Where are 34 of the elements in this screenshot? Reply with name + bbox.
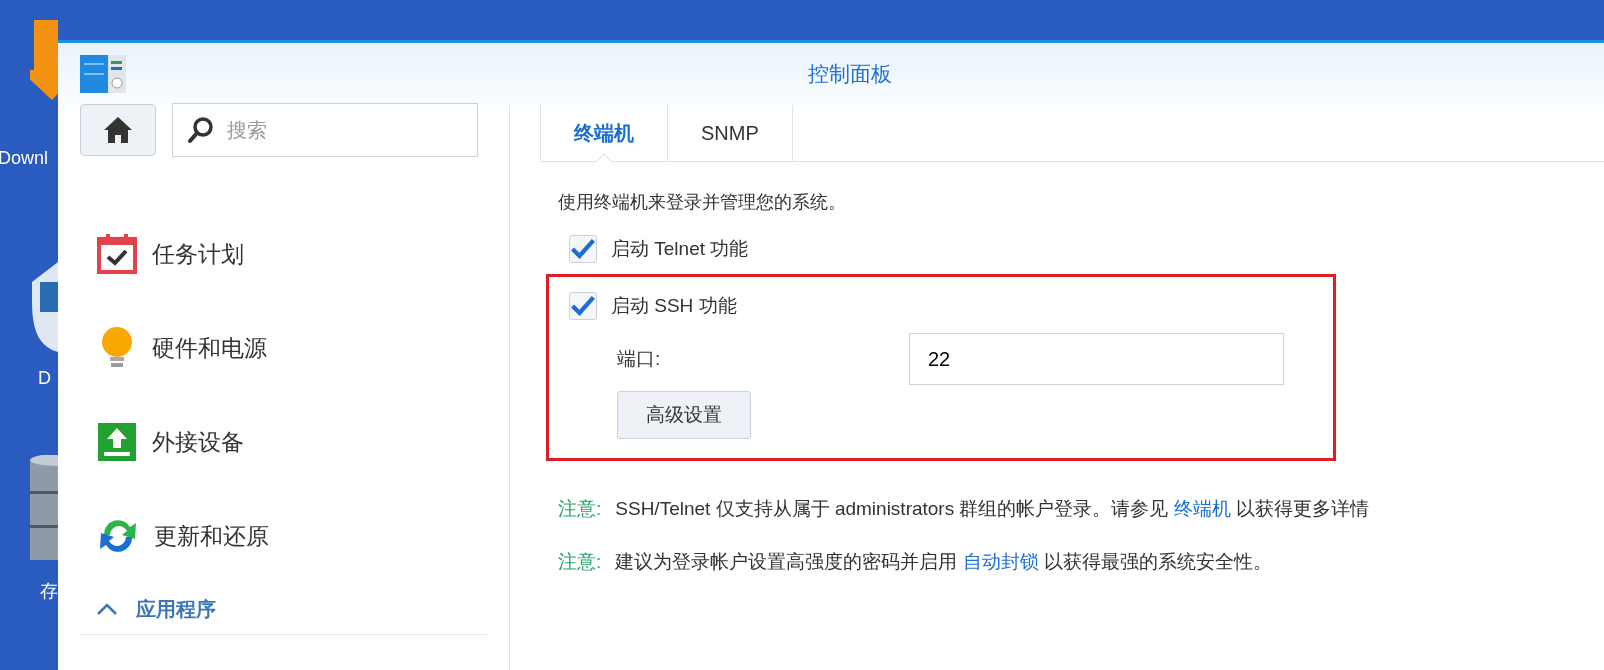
sidebar-item[interactable]: 外接设备 (80, 395, 487, 489)
checkbox[interactable] (569, 292, 597, 320)
search-icon (187, 116, 215, 144)
note-text: 建议为登录帐户设置高强度的密码并启用 自动封锁 以获得最强的系统安全性。 (615, 549, 1272, 574)
shield-icon (30, 262, 58, 352)
note-text: SSH/Telnet 仅支持从属于 administrators 群组的帐户登录。请参见 终端机 以获得更多详情 (615, 497, 1370, 521)
app-logo-icon (80, 53, 126, 95)
sidebar-item[interactable]: 硬件和电源 (80, 301, 487, 395)
sidebar-item[interactable]: 任务计划 (80, 207, 487, 301)
chevron-icon (96, 601, 118, 616)
download-icon (30, 20, 58, 100)
checkbox-label: 启动 Telnet 功能 (611, 236, 749, 261)
desktop-icon-label[interactable]: Downl (0, 145, 49, 172)
upload-icon (96, 421, 138, 463)
checkbox-label: 启动 SSH 功能 (611, 293, 737, 318)
window-title: 控制面板 (807, 61, 893, 88)
field-label: 端口: (617, 346, 662, 371)
section-header[interactable]: 应用程序 (80, 583, 487, 635)
checkbox[interactable] (569, 235, 597, 263)
sidebar-item[interactable]: 更新和还原 (80, 489, 487, 583)
note-label: 注意: (558, 497, 602, 521)
note-label: 注意: (558, 549, 602, 574)
tab[interactable]: SNMP (668, 105, 793, 161)
desktop-icon-label[interactable]: D (38, 365, 51, 392)
search-field[interactable]: 搜索 (172, 103, 478, 157)
desktop-icon-label[interactable]: 存 (40, 578, 58, 605)
home-button[interactable] (80, 104, 156, 156)
home-icon (102, 115, 134, 145)
link[interactable]: 自动封锁 (962, 550, 1039, 572)
calendar-icon (96, 233, 138, 275)
port-field[interactable]: 22 (909, 333, 1284, 385)
advanced-settings-button[interactable]: 高级设置 (617, 391, 751, 439)
link[interactable]: 终端机 (1173, 498, 1231, 519)
description-text: 使用终端机来登录并管理您的系统。 (558, 191, 847, 214)
